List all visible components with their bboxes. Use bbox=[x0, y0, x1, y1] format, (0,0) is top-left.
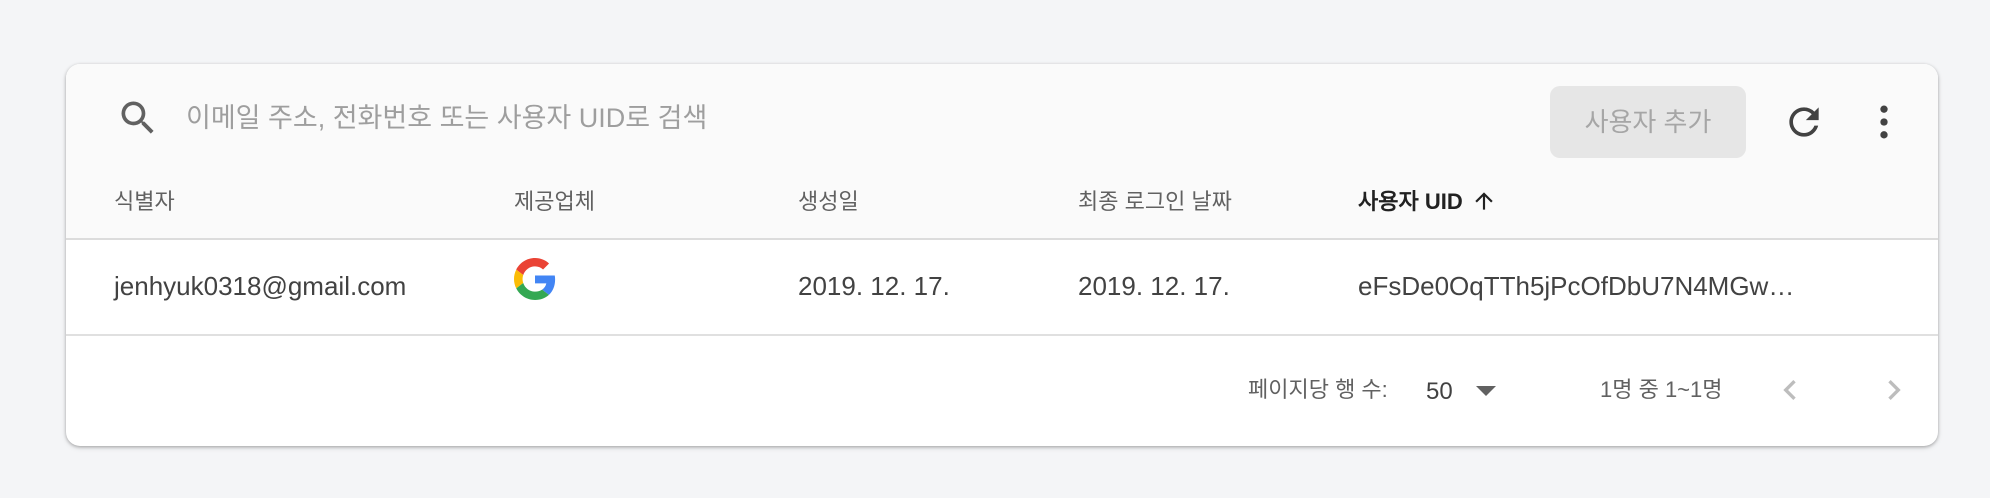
search-input[interactable]: 이메일 주소, 전화번호 또는 사용자 UID로 검색 bbox=[186, 98, 707, 138]
page-range-label: 1명 중 1~1명 bbox=[1600, 377, 1723, 402]
column-header-uid-label: 사용자 UID bbox=[1358, 189, 1463, 214]
column-header-created[interactable]: 생성일 bbox=[798, 186, 859, 218]
arrow-up-icon[interactable] bbox=[1471, 188, 1497, 214]
cell-created: 2019. 12. 17. bbox=[798, 271, 950, 301]
rows-per-page-select[interactable]: 50 bbox=[1426, 372, 1508, 412]
column-header-last-sign-in[interactable]: 최종 로그인 날짜 bbox=[1078, 186, 1232, 218]
table-header-area: 이메일 주소, 전화번호 또는 사용자 UID로 검색 사용자 추가 식별자 제… bbox=[66, 64, 1938, 240]
column-header-identifier[interactable]: 식별자 bbox=[114, 186, 175, 218]
refresh-icon[interactable] bbox=[1782, 100, 1826, 144]
rows-per-page-value: 50 bbox=[1426, 378, 1453, 405]
dropdown-arrow-icon[interactable] bbox=[1476, 386, 1496, 396]
pagination-footer: 페이지당 행 수: 50 1명 중 1~1명 bbox=[66, 336, 1938, 446]
cell-identifier: jenhyuk0318@gmail.com bbox=[114, 271, 407, 301]
users-table-card: 이메일 주소, 전화번호 또는 사용자 UID로 검색 사용자 추가 식별자 제… bbox=[66, 64, 1938, 446]
google-icon bbox=[514, 258, 556, 300]
table-row[interactable]: jenhyuk0318@gmail.com 2019. 12. 17. 2019… bbox=[66, 238, 1938, 336]
column-header-uid[interactable]: 사용자 UID bbox=[1358, 186, 1497, 218]
add-user-button[interactable]: 사용자 추가 bbox=[1550, 86, 1746, 158]
cell-last-sign-in: 2019. 12. 17. bbox=[1078, 271, 1230, 301]
rows-per-page-label: 페이지당 행 수: bbox=[1248, 377, 1388, 402]
search-icon[interactable] bbox=[116, 96, 160, 140]
column-header-provider[interactable]: 제공업체 bbox=[514, 186, 595, 218]
chevron-left-icon[interactable] bbox=[1770, 370, 1810, 410]
chevron-right-icon[interactable] bbox=[1874, 370, 1914, 410]
cell-uid: eFsDe0OqTTh5jPcOfDbU7N4MGw… bbox=[1358, 271, 1795, 301]
more-vert-icon[interactable] bbox=[1862, 100, 1906, 144]
